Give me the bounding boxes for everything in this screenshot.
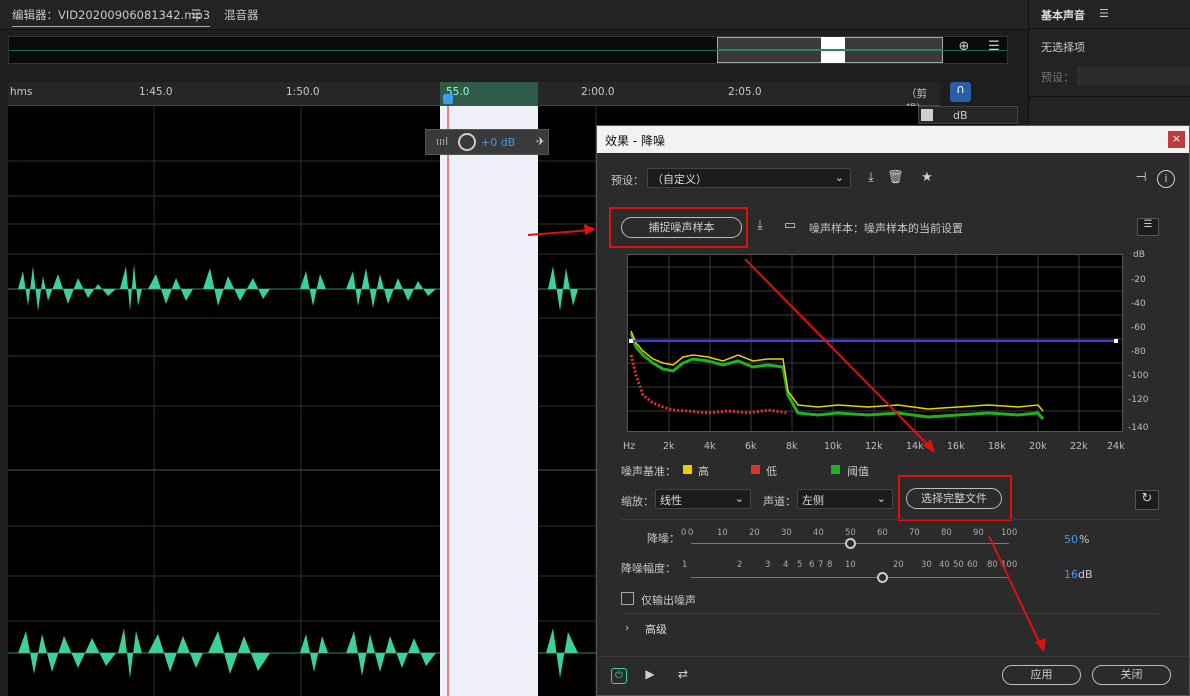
noise-reduction-dialog: 效果 - 降噪 × 预设： （自定义） ⌄ ⤓ 🗑 ★ ⊣ i 捕捉噪声样本 ⤓… — [596, 125, 1190, 696]
dialog-annotation-arrows — [744, 258, 1046, 652]
app-window: 编辑器：VID20200906081342.mp3 ☰ 混音器 ⊕ ☰ hms … — [0, 0, 1190, 696]
